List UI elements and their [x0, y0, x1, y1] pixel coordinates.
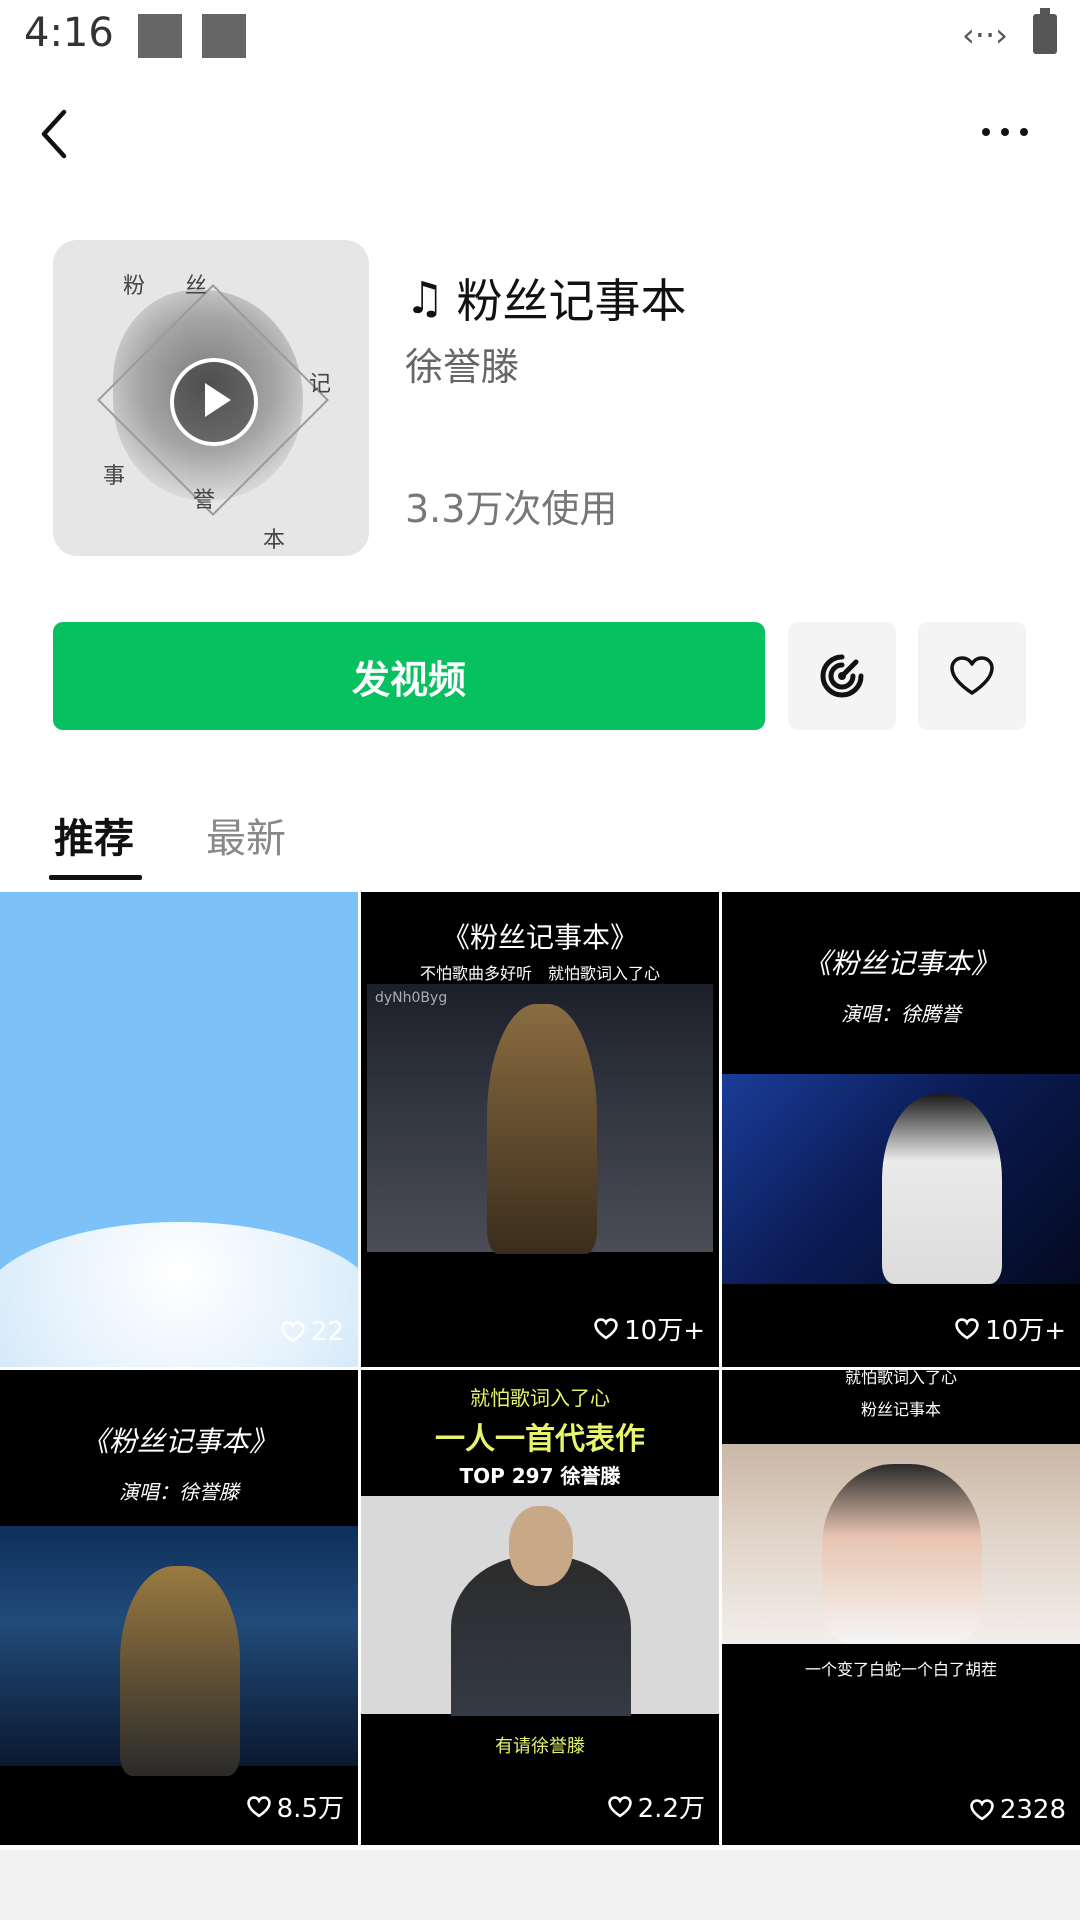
performer-figure [120, 1566, 240, 1776]
video-card[interactable]: 就怕歌词入了心 一人一首代表作 TOP 297 徐誉滕 有请徐誉滕 2.2万 [361, 1370, 719, 1845]
performer-figure [882, 1094, 1002, 1284]
like-count: 22 [281, 1317, 344, 1347]
cover-char: 粉 [123, 274, 146, 299]
heart-outline-icon [955, 1317, 979, 1339]
battery-icon [1033, 8, 1057, 54]
heart-outline-icon [950, 656, 994, 695]
heart-outline-icon [281, 1321, 305, 1343]
video-title: 粉丝记事本 [860, 1400, 941, 1419]
like-count: 8.5万 [246, 1788, 344, 1825]
cover-char: 事 [103, 464, 126, 489]
cover-char: 记 [309, 372, 332, 397]
video-card[interactable]: 《粉丝记事本》 不怕歌曲多好听 就怕歌词入了心 dyNh0Byg 10万+ [361, 892, 719, 1367]
cover-char: 本 [263, 528, 286, 553]
video-caption: 就怕歌词入了心 [470, 1386, 610, 1410]
video-title: 《粉丝记事本》 [802, 947, 999, 980]
person-face [509, 1506, 573, 1586]
video-title: 一人一首代表作 [435, 1422, 645, 1457]
bottom-area [0, 1850, 1080, 1920]
more-button[interactable] [970, 110, 1040, 150]
music-note-icon: ♫ [405, 272, 445, 324]
video-card[interactable]: 《粉丝记事本》 演唱：徐腾誉 10万+ [722, 892, 1080, 1367]
tab-recommended[interactable]: 推荐 [54, 806, 134, 864]
heart-outline-icon [246, 1795, 271, 1817]
radar-icon [820, 654, 864, 698]
usage-count: 3.3万次使用 [405, 487, 618, 531]
like-count: 10万+ [594, 1310, 705, 1347]
heart-outline-icon [607, 1795, 632, 1817]
like-count: 2.2万 [607, 1788, 705, 1825]
back-button[interactable] [30, 96, 90, 166]
back-chevron-icon [41, 109, 67, 159]
video-thumbnail [722, 1444, 1080, 1644]
music-title-row: ♫ 粉丝记事本 [405, 268, 687, 329]
video-subtitle: TOP 297 徐誉滕 [459, 1464, 621, 1488]
favorite-button[interactable] [918, 622, 1026, 730]
video-title: 《粉丝记事本》 [441, 921, 638, 954]
music-cover[interactable]: 粉 丝 记 事 誉 本 [53, 240, 369, 556]
video-title: 《粉丝记事本》 [80, 1425, 277, 1458]
active-tab-indicator [49, 875, 142, 880]
artist-name[interactable]: 徐誉滕 [405, 336, 519, 391]
video-thumbnail [361, 1496, 719, 1716]
tab-latest[interactable]: 最新 [206, 806, 286, 864]
video-caption: 演唱：徐腾誉 [841, 1002, 961, 1026]
like-count-text: 10万+ [624, 1316, 705, 1346]
performer-figure [487, 1004, 597, 1254]
video-caption: 不怕歌曲多好听 就怕歌词入了心 [419, 964, 660, 983]
video-card[interactable]: 22 [0, 892, 358, 1367]
status-bar: 4:16 ‹··› [0, 0, 1080, 80]
video-caption: 就怕歌词入了心 [844, 1370, 957, 1387]
video-grid: 22 《粉丝记事本》 不怕歌曲多好听 就怕歌词入了心 dyNh0Byg 10万+… [0, 892, 1080, 1850]
more-dots-icon [1020, 128, 1028, 136]
cover-char: 丝 [185, 274, 208, 299]
like-count-text: 8.5万 [276, 1794, 344, 1824]
notification-icon [138, 14, 182, 58]
more-dots-icon [982, 128, 990, 136]
like-count: 10万+ [955, 1310, 1066, 1347]
video-thumbnail [722, 1074, 1080, 1284]
like-count-text: 2328 [999, 1795, 1066, 1825]
shoot-same-button[interactable] [788, 622, 896, 730]
video-thumbnail: dyNh0Byg [367, 984, 713, 1254]
play-icon[interactable] [170, 358, 258, 446]
like-count: 2328 [970, 1795, 1066, 1825]
video-card[interactable]: 《粉丝记事本》 演唱：徐誉滕 8.5万 [0, 1370, 358, 1845]
video-caption: 演唱：徐誉滕 [119, 1480, 239, 1504]
video-bottom-caption: 一个变了白蛇一个白了胡茬 [804, 1660, 997, 1679]
like-count-text: 10万+ [985, 1316, 1066, 1346]
video-thumbnail [0, 1526, 358, 1776]
more-dots-icon [1001, 128, 1009, 136]
person-figure [822, 1464, 982, 1644]
heart-outline-icon [970, 1799, 994, 1821]
data-arrows-icon: ‹··› [962, 16, 1008, 54]
post-video-button[interactable]: 发视频 [53, 622, 765, 730]
status-time: 4:16 [24, 10, 114, 56]
heart-outline-icon [594, 1317, 618, 1339]
watermark: dyNh0Byg [375, 990, 448, 1006]
like-count-text: 22 [310, 1317, 344, 1347]
cover-char: 誉 [193, 488, 216, 513]
notification-icon [202, 14, 246, 58]
video-bottom-caption: 有请徐誉滕 [495, 1736, 585, 1757]
like-count-text: 2.2万 [637, 1794, 705, 1824]
music-title: 粉丝记事本 [456, 274, 687, 328]
video-card[interactable]: 就怕歌词入了心 粉丝记事本 一个变了白蛇一个白了胡茬 2328 [722, 1370, 1080, 1845]
